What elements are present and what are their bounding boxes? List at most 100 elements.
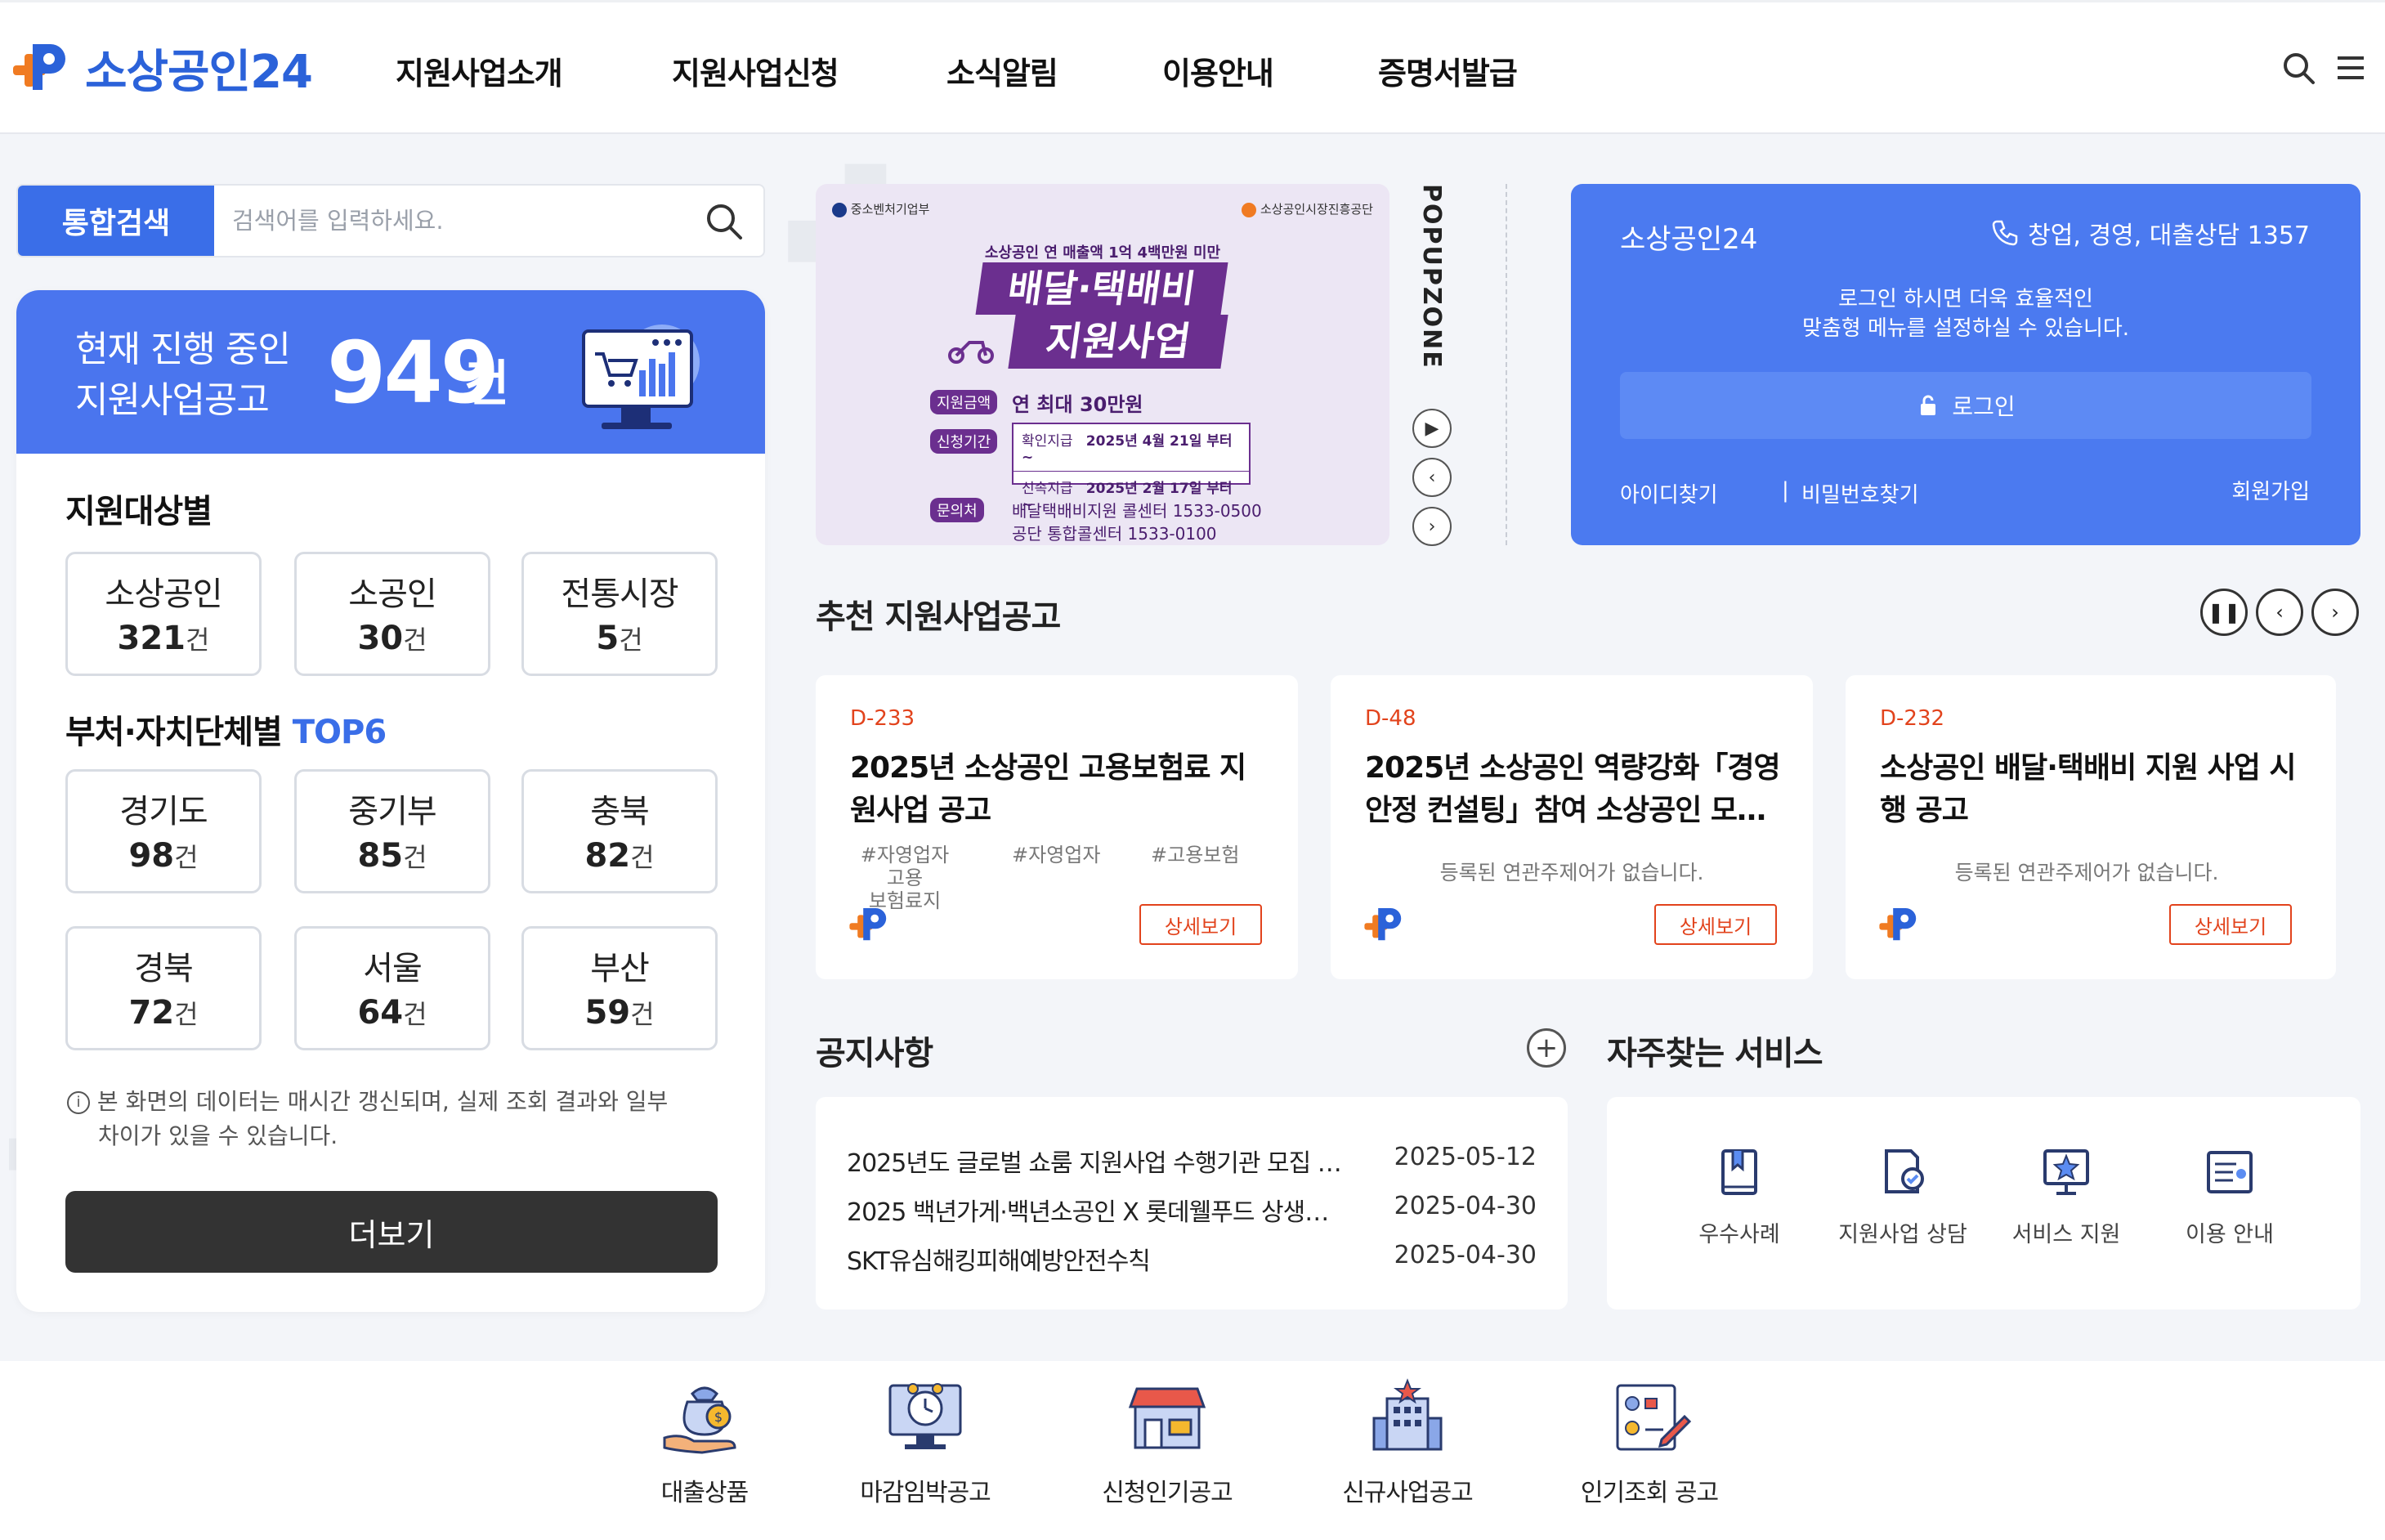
banner-line2: 지원사업공고: [75, 379, 270, 421]
popup-period-table: 확인지급 2025년 4월 21일 부터 ~ 신속지급 2025년 2월 17일…: [1012, 423, 1251, 513]
fav-consulting[interactable]: 지원사업 상담: [1821, 1146, 1985, 1248]
popup-org-left: 중소벤처기업부: [832, 200, 929, 217]
agency-item-chungbuk[interactable]: 충북 82건: [521, 769, 718, 893]
popup-next-button[interactable]: ›: [1412, 507, 1452, 546]
popup-contact-label: 문의처: [930, 498, 984, 522]
quick-popular-view[interactable]: 인기조회 공고: [1559, 1377, 1739, 1508]
login-desc-1: 로그인 하시면 더욱 효율적인: [1838, 287, 2093, 311]
money-bag-hand-icon: $: [663, 1386, 736, 1454]
popup-banner-delivery-support[interactable]: 중소벤처기업부 소상공인시장진흥공단 소상공인 연 매출액 1억 4백만원 미만…: [816, 184, 1389, 545]
guide-document-icon: [2207, 1151, 2253, 1193]
agency-item-seoul[interactable]: 서울 64건: [294, 926, 490, 1050]
fav-service-support[interactable]: 서비스 지원: [1985, 1146, 2148, 1248]
banner-line1: 현재 진행 중인: [75, 329, 291, 370]
rec-card-1[interactable]: D-233 2025년 소상공인 고용보험료 지원사업 공고 #자영업자고용 보…: [816, 675, 1298, 979]
favorites-panel: 우수사례 지원사업 상담 서비스 지원 이용 안내: [1607, 1097, 2360, 1309]
login-desc-2: 맞춤형 메뉴를 설정하실 수 있습니다.: [1801, 316, 2130, 341]
announcements-title: 공지사항: [816, 1035, 933, 1072]
dday-badge: D-232: [1880, 706, 1945, 731]
agency-item-gyeongbuk[interactable]: 경북 72건: [65, 926, 262, 1050]
site-logo[interactable]: 소상공인24: [11, 35, 313, 101]
rec-card-title: 2025년 소상공인 고용보험료 지원사업 공고: [850, 751, 1246, 827]
find-password-link[interactable]: 비밀번호찾기: [1801, 478, 1919, 508]
nav-support-intro[interactable]: 지원사업소개: [396, 48, 563, 93]
phone-icon: [1992, 220, 2018, 246]
login-title: 소상공인24: [1620, 223, 1758, 256]
rec-prev-button[interactable]: ‹: [2256, 589, 2303, 636]
popupzone-label: POPUPZONE: [1417, 184, 1446, 369]
popup-contact-1: 배달택배비지원 콜센터 1533-0500: [1012, 501, 1262, 521]
menu-icon[interactable]: [2334, 50, 2370, 86]
target-item-sosanggongin[interactable]: 소상공인 321건: [65, 552, 262, 676]
fav-usage-guide[interactable]: 이용 안내: [2148, 1146, 2311, 1248]
site-header: 소상공인24 지원사업소개 지원사업신청 소식알림 이용안내 증명서발급: [0, 0, 2385, 134]
document-check-icon: [1885, 1149, 1924, 1193]
nav-support-apply[interactable]: 지원사업신청: [672, 48, 839, 93]
rec-card-3[interactable]: D-232 소상공인 배달·택배비 지원 사업 시행 공고 등록된 연관주제어가…: [1846, 675, 2336, 979]
nav-guide[interactable]: 이용안내: [1162, 48, 1274, 93]
popup-play-button[interactable]: ▶: [1412, 409, 1452, 448]
monitor-chart-icon: [564, 313, 703, 447]
announcements-more-plus-icon[interactable]: +: [1527, 1028, 1566, 1068]
target-item-sogongin[interactable]: 소공인 30건: [294, 552, 490, 676]
nav-certificate[interactable]: 증명서발급: [1378, 48, 1518, 93]
quick-new-projects[interactable]: 신규사업공고: [1318, 1377, 1497, 1508]
more-button[interactable]: 더보기: [65, 1191, 718, 1273]
login-button[interactable]: 로그인: [1620, 372, 2311, 439]
popup-contact-2: 공단 통합콜센터 1533-0100: [1012, 524, 1217, 544]
find-id-link[interactable]: 아이디찾기: [1620, 478, 1718, 508]
svg-text:$: $: [714, 1409, 723, 1425]
ongoing-support-banner[interactable]: 현재 진행 중인 지원사업공고 949 건: [16, 290, 765, 454]
target-item-traditional-market[interactable]: 전통시장 5건: [521, 552, 718, 676]
lock-icon: [1921, 395, 1936, 415]
popup-amount-label: 지원금액: [930, 390, 998, 414]
logo-icon: [11, 36, 77, 101]
consult-phone[interactable]: 창업, 경영, 대출상담 1357: [1990, 215, 2310, 251]
popup-prev-button[interactable]: ‹: [1412, 458, 1452, 497]
detail-button[interactable]: 상세보기: [1654, 904, 1777, 945]
agency-item-gyeonggi[interactable]: 경기도 98건: [65, 769, 262, 893]
brand-mark-icon: [1878, 902, 1924, 948]
by-target-title: 지원대상별: [65, 493, 213, 530]
popup-headline-small: 소상공인 연 매출액 1억 4백만원 미만: [984, 244, 1221, 262]
search-submit-icon[interactable]: [703, 200, 745, 243]
popup-org-right: 소상공인시장진흥공단: [1242, 200, 1373, 217]
agency-item-busan[interactable]: 부산 59건: [521, 926, 718, 1050]
dday-badge: D-48: [1365, 706, 1416, 731]
popup-amount: 연 최대 30만원: [1012, 393, 1143, 416]
support-stats-card: 현재 진행 중인 지원사업공고 949 건 지원대상별 소상공인 321건 소공…: [16, 290, 765, 1312]
brand-mark-icon: [1363, 902, 1409, 948]
nav-news[interactable]: 소식알림: [946, 48, 1058, 93]
store-icon: [1128, 1387, 1206, 1449]
building-star-icon: [1372, 1378, 1443, 1451]
rec-card-title: 소상공인 배달·택배비 지원 사업 시행 공고: [1880, 751, 2297, 827]
detail-button[interactable]: 상세보기: [1139, 904, 1262, 945]
by-agency-title: 부처·자치단체별 TOP6: [65, 714, 387, 751]
detail-button[interactable]: 상세보기: [2169, 904, 2292, 945]
popup-title-1: 배달·택배비: [975, 262, 1228, 315]
fav-best-cases[interactable]: 우수사례: [1658, 1146, 1821, 1248]
search-input[interactable]: [232, 197, 690, 244]
quick-popular-apply[interactable]: 신청인기공고: [1077, 1377, 1257, 1508]
quick-closing-soon[interactable]: 마감임박공고: [835, 1377, 1015, 1508]
clock-monitor-icon: [888, 1383, 962, 1449]
popup-period-label: 신청기간: [930, 429, 998, 454]
rec-card-title: 2025년 소상공인 역량강화「경영안정 컨설팅」참여 소상공인 모…: [1365, 751, 1781, 827]
agency-item-mss[interactable]: 중기부 85건: [294, 769, 490, 893]
profile-card-pen-icon: [1616, 1384, 1692, 1451]
logo-text: 소상공인24: [85, 46, 313, 99]
quick-loan-products[interactable]: $ 대출상품: [615, 1377, 794, 1508]
rec-tag[interactable]: #고용보험: [1151, 844, 1239, 866]
scooter-icon: [946, 331, 996, 367]
announcements-list: 2025년도 글로벌 쇼룸 지원사업 수행기관 모집 안내 2025-05-12…: [816, 1097, 1568, 1309]
signup-link[interactable]: 회원가입: [2231, 475, 2310, 505]
search-tab[interactable]: 통합검색: [18, 186, 214, 256]
rec-tag[interactable]: #자영업자: [1012, 844, 1100, 866]
bottom-quick-menu: $ 대출상품 마감임박공고 신청인기공고 신규사업공고 인기조회 공고: [0, 1361, 2385, 1540]
search-icon[interactable]: [2280, 50, 2316, 86]
rec-pause-button[interactable]: ❚❚: [2200, 589, 2248, 636]
rec-next-button[interactable]: ›: [2311, 589, 2359, 636]
popup-divider: [1506, 184, 1507, 545]
rec-card-2[interactable]: D-48 2025년 소상공인 역량강화「경영안정 컨설팅」참여 소상공인 모……: [1331, 675, 1813, 979]
dday-badge: D-233: [850, 706, 915, 731]
